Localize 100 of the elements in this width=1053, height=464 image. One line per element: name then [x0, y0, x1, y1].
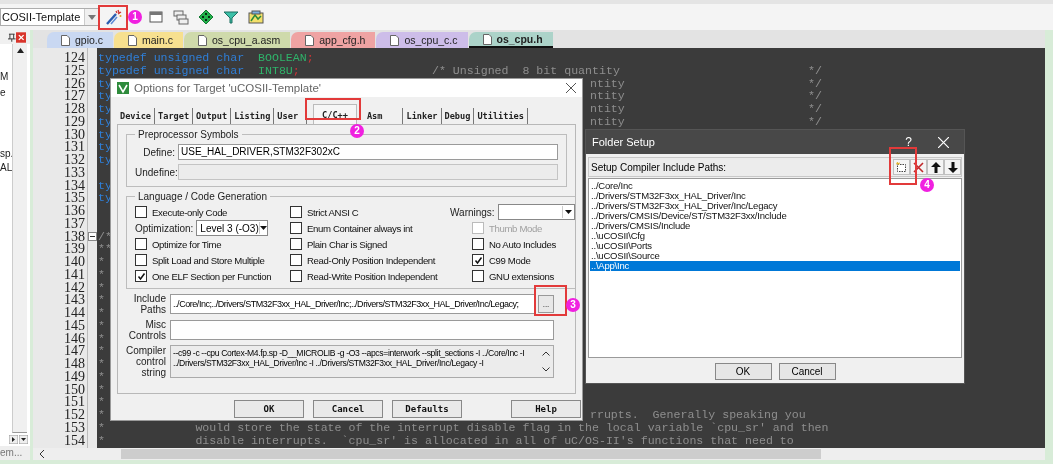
- line-number: 133: [63, 166, 86, 180]
- file-tab[interactable]: gpio.c: [47, 32, 114, 48]
- browse-button[interactable]: ...: [538, 295, 554, 313]
- help-button[interactable]: ?: [905, 135, 912, 149]
- code-comment: */: [808, 115, 822, 129]
- file-tab[interactable]: main.c: [114, 32, 183, 48]
- code-line: *: [97, 268, 105, 282]
- dialog-tab[interactable]: C/C++: [313, 104, 357, 124]
- path-item[interactable]: ../Drivers/STM32F3xx_HAL_Driver/Inc: [590, 191, 746, 201]
- line-number: 154: [63, 434, 86, 448]
- line-number: 134: [63, 179, 86, 193]
- close-icon[interactable]: [566, 83, 576, 93]
- collapse-icon[interactable]: [87, 232, 97, 242]
- checkbox[interactable]: Plain Char is Signed: [290, 236, 450, 252]
- line-number: 140: [63, 256, 86, 269]
- field-label: Include Paths: [132, 293, 167, 315]
- tree-item[interactable]: AL: [0, 162, 12, 174]
- path-item[interactable]: ..\uCOSII\Ports: [590, 241, 652, 251]
- tree-item[interactable]: M: [0, 71, 12, 83]
- list-title: Setup Compiler Include Paths:: [590, 161, 728, 173]
- dialog-title: Folder Setup: [592, 136, 656, 148]
- path-item[interactable]: ../Core/Inc: [590, 181, 633, 191]
- checkbox[interactable]: Strict ANSI C: [290, 204, 450, 220]
- code-line: *: [97, 370, 105, 384]
- diamond-icon[interactable]: [198, 9, 214, 25]
- file-icon: [305, 34, 315, 46]
- path-item[interactable]: ../Drivers/CMSIS/Device/ST/STM32F3xx/Include: [590, 211, 787, 221]
- line-number: 132: [63, 154, 86, 167]
- line-number: 147: [63, 345, 86, 358]
- tree-item[interactable]: e: [0, 87, 12, 99]
- right-arrow-icon[interactable]: [9, 435, 18, 444]
- line-number: 127: [63, 90, 86, 103]
- funnel-icon[interactable]: [223, 9, 239, 25]
- dialog-button[interactable]: Help: [511, 400, 581, 418]
- scrollbar[interactable]: [12, 44, 27, 433]
- select-field[interactable]: [497, 204, 575, 220]
- checkbox[interactable]: No Auto Includes: [450, 236, 575, 252]
- path-item[interactable]: ..\uCOSII\Cfg: [590, 231, 645, 241]
- checkbox[interactable]: C99 Mode: [450, 252, 575, 268]
- file-tab[interactable]: os_cpu.h: [468, 32, 553, 48]
- scroll-thumb[interactable]: [121, 449, 821, 459]
- dialog-button[interactable]: OK: [234, 400, 304, 418]
- scroll-down-icon[interactable]: [542, 366, 550, 372]
- window-icon[interactable]: [148, 9, 164, 25]
- code-line: typedef unsigned char BOOLEAN;: [97, 52, 314, 65]
- scrollbar[interactable]: [33, 448, 1045, 460]
- line-number: 142: [63, 281, 86, 295]
- project-dropdown[interactable]: COSII-Template: [0, 8, 100, 26]
- down-arrow-icon[interactable]: [19, 435, 28, 444]
- close-icon[interactable]: [15, 31, 26, 43]
- dialog-button[interactable]: Defaults: [392, 400, 462, 418]
- checkbox[interactable]: Optimize for Time: [135, 236, 290, 252]
- checkbox[interactable]: Split Load and Store Multiple: [135, 252, 290, 268]
- select-field[interactable]: Level 3 (-O3): [196, 220, 269, 236]
- caret-icon: [564, 210, 572, 214]
- dialog-button[interactable]: Cancel: [778, 363, 836, 380]
- file-tab[interactable]: os_cpu_a.asm: [183, 32, 291, 48]
- line-number: 130: [63, 128, 86, 142]
- code-line: *: [97, 345, 105, 358]
- path-item[interactable]: ../Drivers/CMSIS/Include: [590, 221, 691, 231]
- code-line: *: [97, 358, 105, 371]
- checkbox[interactable]: Enum Container always int: [290, 220, 450, 236]
- code-line: * would store the state of the interrupt disable flag in the local variable `cpu_sr' and then: [97, 421, 829, 435]
- line-number: 150: [63, 383, 86, 397]
- pin-icon[interactable]: [8, 32, 16, 42]
- checkbox[interactable]: GNU extensions: [450, 268, 575, 284]
- code-line: *: [97, 332, 105, 346]
- up-arrow-icon[interactable]: [16, 48, 24, 53]
- path-item[interactable]: ..\uCOSII\Source: [590, 251, 660, 261]
- down-arrow-icon: [947, 161, 958, 173]
- stack-icon[interactable]: [173, 9, 189, 25]
- input-field[interactable]: ../Core/Inc;../Drivers/STM32F3xx_HAL_Driver/Inc;../Drivers/STM32F3xx_HAL_Driver/Inc/Legacy;: [170, 294, 536, 314]
- move-up-button[interactable]: [927, 159, 944, 175]
- checkbox[interactable]: Execute-only Code: [135, 204, 290, 220]
- checkbox[interactable]: One ELF Section per Function: [135, 268, 290, 284]
- file-tab[interactable]: app_cfg.h: [291, 32, 376, 48]
- code-line: /*: [97, 230, 112, 244]
- path-item[interactable]: ../Drivers/STM32F3xx_HAL_Driver/Inc/Legacy: [590, 201, 778, 211]
- input-field[interactable]: [170, 320, 554, 340]
- line-number: 141: [63, 268, 86, 282]
- dialog-button[interactable]: Cancel: [313, 400, 383, 418]
- checkbox[interactable]: Read-Write Position Independent: [290, 268, 450, 284]
- move-down-button[interactable]: [944, 159, 961, 175]
- line-number: 128: [63, 103, 86, 116]
- panel-tab[interactable]: em...: [0, 446, 30, 460]
- code-comment: */: [808, 77, 822, 91]
- line-number: 153: [63, 421, 86, 435]
- new-folder-button[interactable]: [893, 159, 910, 175]
- wand-icon[interactable]: [105, 8, 123, 26]
- path-item[interactable]: ..\App\Inc: [590, 261, 960, 271]
- file-tab[interactable]: os_cpu_c.c: [376, 32, 468, 48]
- input-field[interactable]: USE_HAL_DRIVER,STM32F302xC: [178, 144, 558, 160]
- delete-icon: [913, 161, 924, 173]
- package-icon[interactable]: [248, 9, 264, 25]
- code-line: * disable interrupts. `cpu_sr' is allocated in all of uC/OS-II's functions that need to: [97, 434, 794, 448]
- dialog-button[interactable]: OK: [714, 363, 772, 380]
- scroll-up-icon[interactable]: [542, 351, 550, 357]
- code-comment: */: [808, 64, 822, 78]
- tree-item[interactable]: sp.: [0, 148, 12, 160]
- checkbox[interactable]: Read-Only Position Independent: [290, 252, 450, 268]
